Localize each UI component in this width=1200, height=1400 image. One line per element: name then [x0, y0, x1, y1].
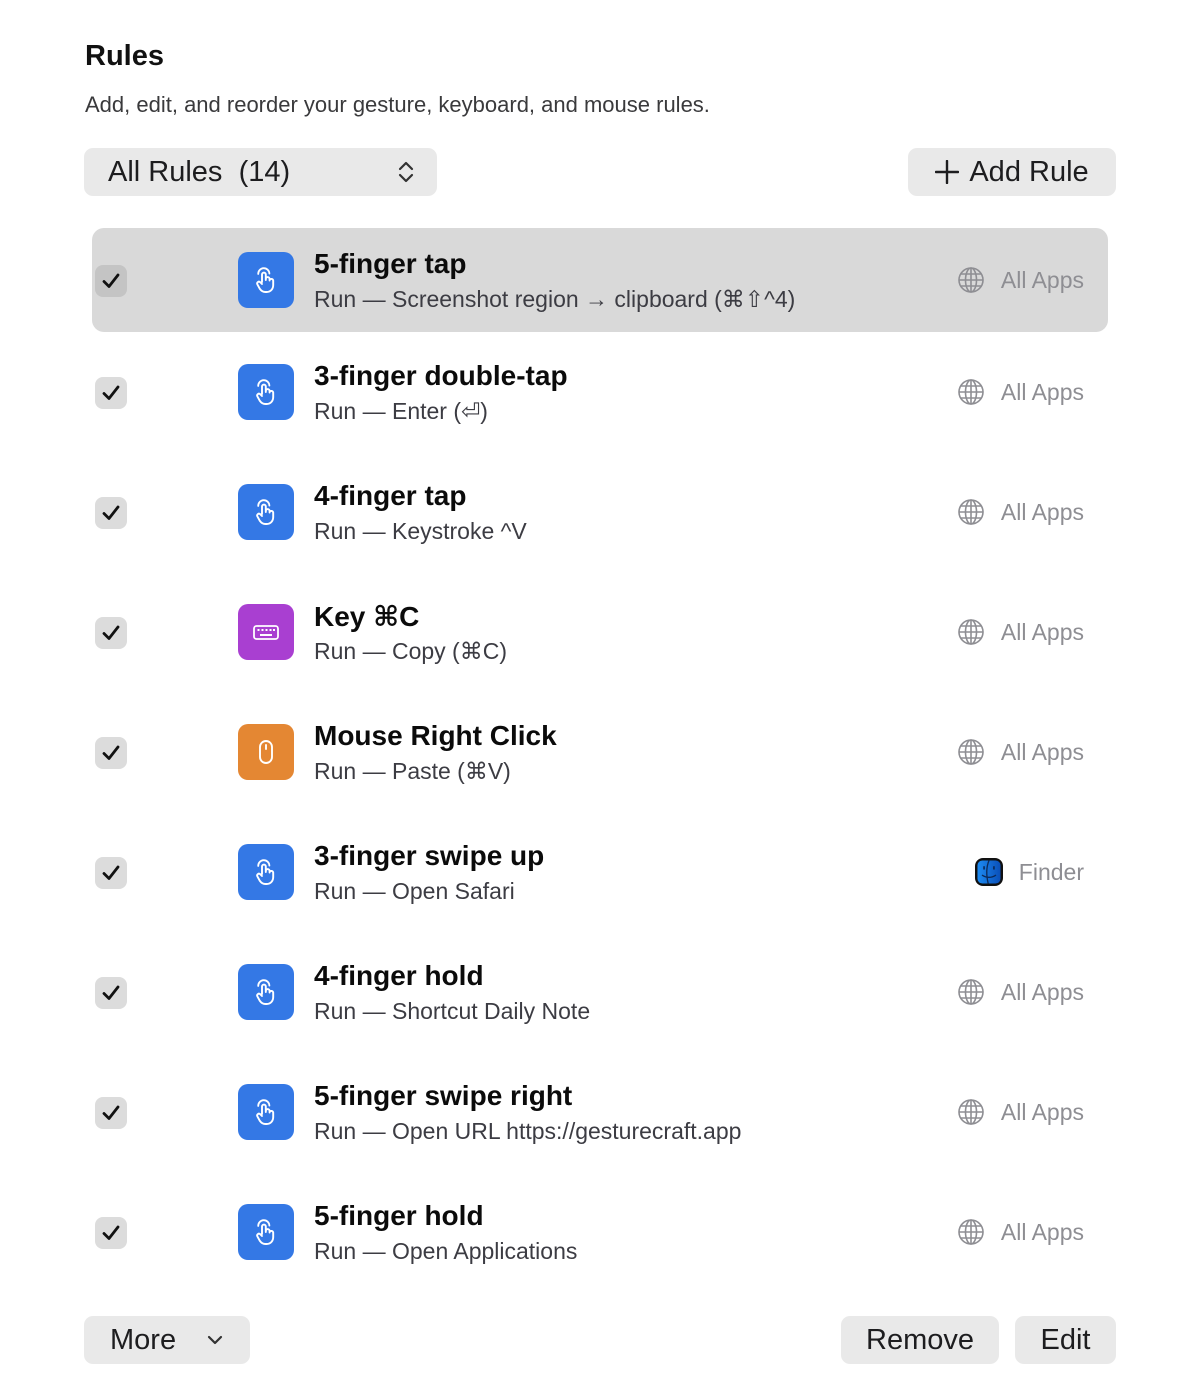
rule-scope: All Apps	[957, 978, 1084, 1006]
rule-enabled-checkbox[interactable]	[95, 265, 127, 297]
rule-action: Run — Keystroke ^V	[314, 518, 527, 544]
hand-tap-icon	[238, 1204, 294, 1260]
rule-row-5-finger-tap[interactable]: 5-finger tap Run — Screenshot region → cl…	[92, 228, 1108, 332]
rule-row-mouse-right-click[interactable]: Mouse Right Click Run — Paste (⌘V) All App…	[92, 700, 1108, 804]
filter-label: All Rules (14)	[108, 155, 291, 188]
finder-icon	[974, 858, 1003, 886]
rule-row-5-finger-hold[interactable]: 5-finger hold Run — Open Applications All …	[92, 1180, 1108, 1284]
rule-scope-label: All Apps	[1000, 738, 1084, 765]
rule-enabled-checkbox[interactable]	[95, 1217, 127, 1249]
globe-icon	[957, 738, 985, 766]
rule-scope-label: All Apps	[1000, 618, 1084, 645]
rule-scope: All Apps	[957, 1098, 1084, 1126]
add-rule-button[interactable]: Add Rule	[908, 148, 1116, 196]
rule-action: Run — Paste (⌘V)	[314, 758, 511, 784]
rule-scope: All Apps	[957, 618, 1084, 646]
rule-name: 5-finger hold	[314, 1200, 484, 1231]
hand-tap-icon	[238, 252, 294, 308]
globe-icon	[957, 266, 985, 294]
hand-tap-icon	[238, 844, 294, 900]
hand-tap-icon	[238, 1084, 294, 1140]
rule-row-4-finger-tap[interactable]: 4-finger tap Run — Keystroke ^V All Apps	[92, 460, 1108, 564]
rule-scope-label: All Apps	[1000, 1098, 1084, 1125]
rule-action: Run — Open Safari	[314, 878, 515, 904]
hand-tap-icon	[238, 964, 294, 1020]
up-down-chevron-icon	[398, 161, 414, 183]
rule-scope: All Apps	[957, 498, 1084, 526]
globe-icon	[957, 1218, 985, 1246]
rule-name: 4-finger hold	[314, 960, 484, 991]
more-button[interactable]: More	[84, 1316, 250, 1364]
rule-name: 3-finger double-tap	[314, 360, 568, 391]
rule-enabled-checkbox[interactable]	[95, 497, 127, 529]
rule-action: Run — Open Applications	[314, 1238, 578, 1264]
rule-row-4-finger-hold[interactable]: 4-finger hold Run — Shortcut Daily Note Al…	[92, 940, 1108, 1044]
rule-action: Run — Open URL https://gesturecraft.app	[314, 1118, 742, 1144]
rule-scope-label: All Apps	[1000, 498, 1084, 525]
rule-name: Mouse Right Click	[314, 720, 557, 751]
rules-filter-select[interactable]: All Rules (14)	[84, 148, 437, 196]
rule-row-3-finger-swipe-up[interactable]: 3-finger swipe up Run — Open Safari Finder	[92, 820, 1108, 924]
globe-icon	[957, 498, 985, 526]
edit-button[interactable]: Edit	[1015, 1316, 1116, 1364]
hand-tap-icon	[238, 364, 294, 420]
rule-row-key-c[interactable]: Key ⌘C Run — Copy (⌘C) All Apps	[92, 580, 1108, 684]
rule-row-3-finger-double-tap[interactable]: 3-finger double-tap Run — Enter (⏎) All Ap…	[92, 340, 1108, 444]
rule-scope: All Apps	[957, 738, 1084, 766]
rule-scope: All Apps	[957, 378, 1084, 406]
rule-action: Run — Shortcut Daily Note	[314, 998, 591, 1024]
remove-button[interactable]: Remove	[841, 1316, 999, 1364]
rule-name: 5-finger swipe right	[314, 1080, 573, 1111]
rule-enabled-checkbox[interactable]	[95, 617, 127, 649]
page-title: Rules	[85, 40, 164, 72]
rule-enabled-checkbox[interactable]	[95, 1097, 127, 1129]
rule-enabled-checkbox[interactable]	[95, 377, 127, 409]
rule-action: Run — Copy (⌘C)	[314, 638, 507, 664]
globe-icon	[957, 978, 985, 1006]
rule-action: Run — Screenshot region → clipboard (⌘⇧^…	[314, 286, 796, 312]
rule-name: Key ⌘C	[314, 601, 420, 632]
globe-icon	[957, 1098, 985, 1126]
rule-scope: Finder	[974, 858, 1084, 886]
rule-scope-label: All Apps	[1000, 378, 1084, 405]
rules-list: 5-finger tap Run — Screenshot region → cl…	[92, 220, 1108, 1300]
hand-tap-icon	[238, 484, 294, 540]
keyboard-icon	[238, 604, 294, 660]
rule-name: 3-finger swipe up	[314, 840, 545, 871]
rule-scope: All Apps	[957, 266, 1084, 294]
rule-enabled-checkbox[interactable]	[95, 857, 127, 889]
rule-scope-label: All Apps	[1000, 1218, 1084, 1245]
rule-scope-label: All Apps	[1000, 266, 1084, 293]
globe-icon	[957, 618, 985, 646]
rule-name: 5-finger tap	[314, 248, 467, 279]
rule-action: Run — Enter (⏎)	[314, 398, 488, 424]
more-label: More	[110, 1323, 177, 1356]
rule-enabled-checkbox[interactable]	[95, 977, 127, 1009]
rule-scope-label: Finder	[1018, 858, 1084, 885]
rule-row-5-finger-swipe-right[interactable]: 5-finger swipe right Run — Open URL https…	[92, 1060, 1108, 1164]
plus-icon	[935, 160, 960, 184]
rule-scope: All Apps	[957, 1218, 1084, 1246]
rule-name: 4-finger tap	[314, 480, 467, 511]
rule-scope-label: All Apps	[1000, 978, 1084, 1005]
mouse-icon	[238, 724, 294, 780]
globe-icon	[957, 378, 985, 406]
page-subtitle: Add, edit, and reorder your gesture, key…	[85, 92, 710, 117]
bottom-toolbar: More Remove Edit	[84, 1316, 1116, 1364]
rule-enabled-checkbox[interactable]	[95, 737, 127, 769]
add-rule-label: Add Rule	[969, 155, 1089, 188]
chevron-down-icon	[207, 1335, 223, 1345]
